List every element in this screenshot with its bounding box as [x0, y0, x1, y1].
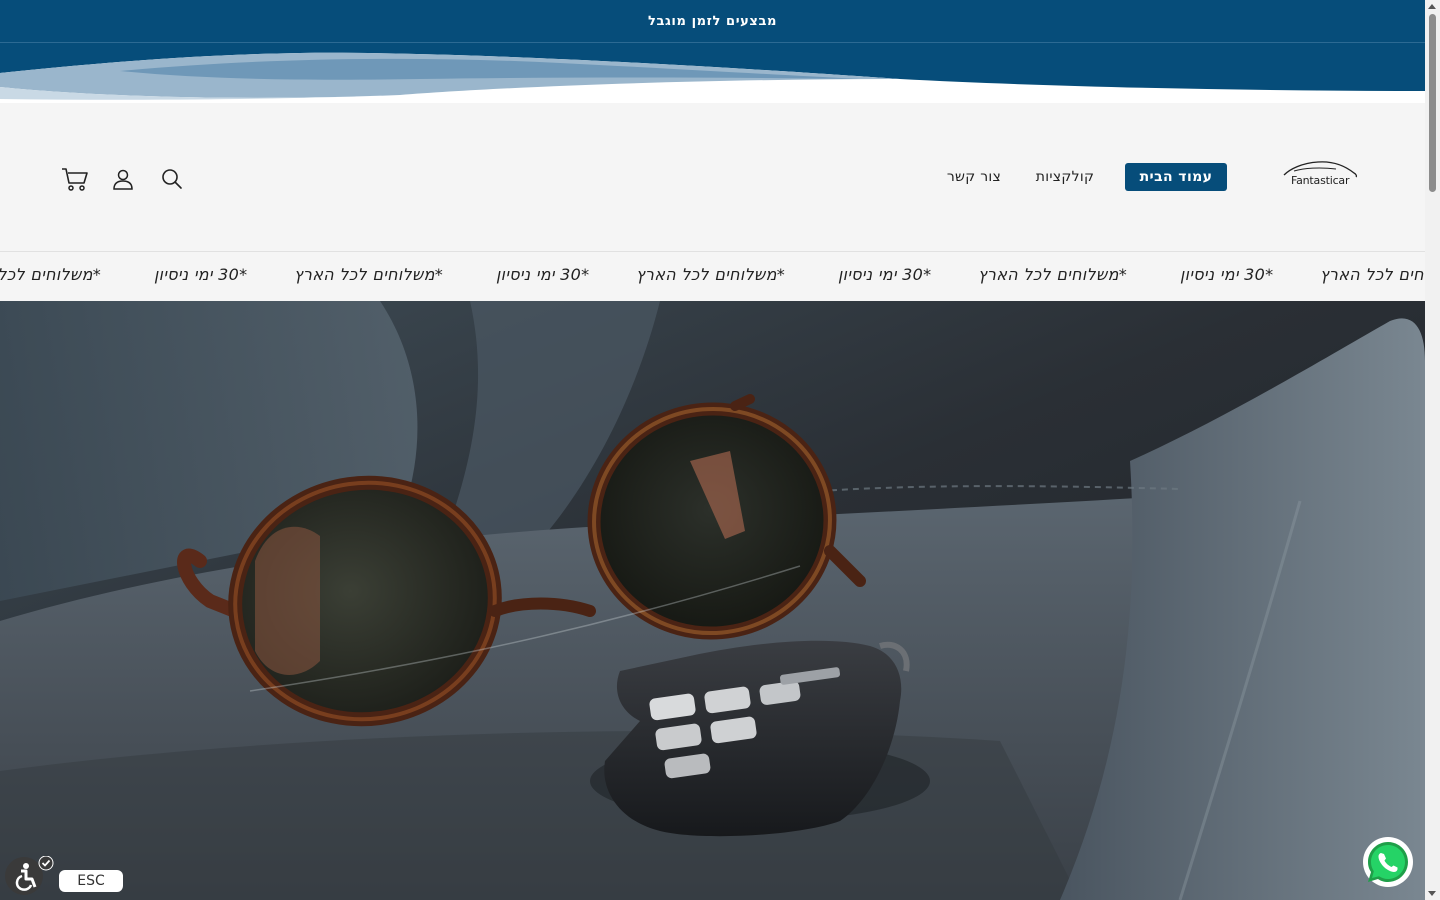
- nav-home-button[interactable]: עמוד הבית: [1125, 163, 1227, 191]
- announcement-text: מבצעים לזמן מוגבל: [647, 13, 778, 29]
- promo-marquee: *משלוחים לכל הארץ *30 ימי ניסיון *משלוחי…: [0, 251, 1425, 301]
- page: מבצעים לזמן מוגבל Fantasticar עמוד הבית …: [0, 0, 1440, 900]
- site-header: Fantasticar עמוד הבית קולקציות צור קשר: [0, 103, 1425, 251]
- esc-label: ESC: [77, 873, 105, 889]
- marquee-item: *משלוחים לכל הארץ: [978, 265, 1128, 284]
- scroll-thumb[interactable]: [1429, 14, 1436, 192]
- whatsapp-button[interactable]: [1362, 836, 1414, 888]
- logo-text: Fantasticar: [1291, 174, 1350, 187]
- marquee-item: *משלוחים לכל הארץ: [294, 265, 444, 284]
- marquee-item: *30 ימי ניסיון: [1180, 265, 1274, 284]
- car-key-fob-graphic: [590, 640, 930, 837]
- marquee-item: *30 ימי ניסיון: [496, 265, 590, 284]
- accessibility-button[interactable]: [4, 855, 54, 896]
- search-icon: [162, 169, 182, 189]
- account-button[interactable]: [109, 165, 137, 193]
- whatsapp-icon: [1363, 837, 1413, 887]
- nav-collections-link[interactable]: קולקציות: [1030, 163, 1100, 191]
- hero-image: [0, 301, 1425, 900]
- nav-contact-link[interactable]: צור קשר: [942, 163, 1006, 191]
- cart-button[interactable]: [61, 165, 89, 193]
- cart-icon: [62, 168, 88, 191]
- decorative-wave: [0, 43, 1425, 103]
- scroll-up-arrow-icon[interactable]: [1428, 4, 1436, 9]
- esc-button[interactable]: ESC: [59, 870, 123, 892]
- accessibility-icon: [5, 855, 54, 895]
- site-logo[interactable]: Fantasticar: [1280, 159, 1360, 195]
- search-button[interactable]: [158, 165, 186, 193]
- marquee-item: *משלוחים לכל הארץ: [636, 265, 786, 284]
- account-icon: [113, 169, 133, 190]
- marquee-item: *30 ימי ניסיון: [838, 265, 932, 284]
- page-scrollbar[interactable]: [1425, 0, 1440, 900]
- nav-home-label: עמוד הבית: [1139, 169, 1213, 185]
- marquee-track: *משלוחים לכל הארץ *30 ימי ניסיון *משלוחי…: [0, 252, 1425, 301]
- nav-contact-label: צור קשר: [946, 169, 1002, 185]
- scroll-down-arrow-icon[interactable]: [1428, 891, 1436, 896]
- announcement-bar: מבצעים לזמן מוגבל: [0, 0, 1425, 43]
- marquee-item: *30 ימי ניסיון: [154, 265, 248, 284]
- marquee-item: *משלוחים לכל הארץ: [1320, 265, 1425, 284]
- nav-collections-label: קולקציות: [1035, 169, 1095, 185]
- marquee-item: *משלוחים לכל הארץ: [0, 265, 102, 284]
